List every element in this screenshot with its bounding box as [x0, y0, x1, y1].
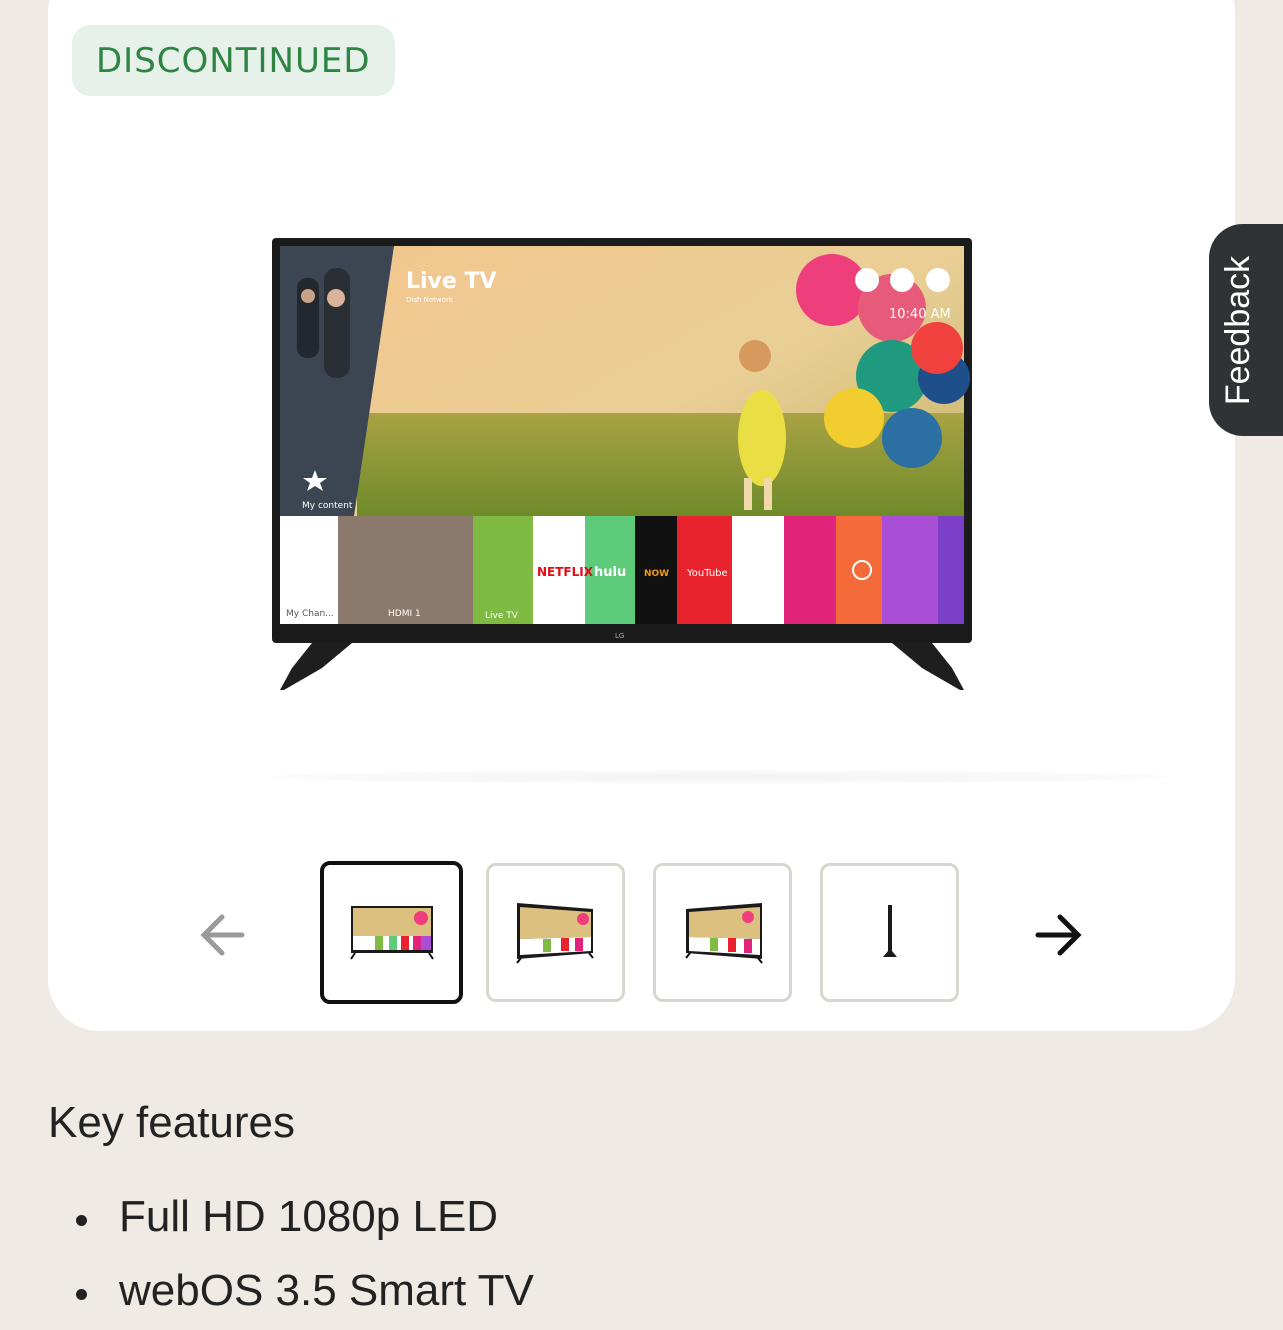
thumbnail-carousel [48, 861, 1235, 1007]
hero-shadow [268, 770, 1168, 784]
feedback-label: Feedback [1219, 255, 1258, 405]
key-features-list: Full HD 1080p LED webOS 3.5 Smart TV [48, 1182, 534, 1330]
arrow-right-icon [1035, 914, 1082, 956]
thumbnail-3[interactable] [653, 863, 792, 1002]
thumbnail-1[interactable] [320, 861, 463, 1004]
tv-thumbnail-image [684, 902, 763, 964]
svg-text:Live TV: Live TV [485, 611, 519, 621]
tv-thumbnail-image [349, 905, 434, 960]
thumbnail-2[interactable] [486, 863, 625, 1002]
product-hero-image[interactable]: My content 10:40 AM Live TV Dish Network [272, 238, 972, 698]
thumbnail-4[interactable] [820, 863, 959, 1002]
music-icon [855, 268, 879, 292]
arrow-left-icon [200, 914, 245, 956]
my-content-label: My content [302, 501, 353, 511]
svg-text:HDMI 1: HDMI 1 [388, 609, 421, 619]
svg-text:hulu: hulu [594, 565, 626, 580]
svg-text:My Chan...: My Chan... [286, 609, 334, 619]
status-badge: DISCONTINUED [72, 25, 395, 96]
svg-text:NETFLIX: NETFLIX [537, 565, 594, 579]
settings-icon [926, 268, 950, 292]
prev-image-button[interactable] [196, 907, 252, 963]
input-icon [890, 268, 914, 292]
tv-thumbnail-image [515, 902, 594, 964]
feedback-tab[interactable]: Feedback [1209, 224, 1283, 436]
tv-side-thumbnail-image [882, 904, 897, 957]
svg-text:YouTube: YouTube [686, 568, 728, 579]
live-tv-subtitle: Dish Network [406, 296, 454, 304]
brand-logo: LG [615, 632, 624, 640]
svg-text:NOW: NOW [644, 569, 669, 579]
key-features-heading: Key features [48, 1098, 296, 1147]
next-image-button[interactable] [1030, 907, 1086, 963]
product-gallery-card: DISCONTINUED My content 10:40 AM Live TV… [48, 0, 1235, 1031]
live-tv-title: Live TV [406, 269, 497, 294]
feature-item: Full HD 1080p LED [48, 1182, 534, 1256]
tv-clock: 10:40 AM [889, 307, 951, 322]
feature-item: webOS 3.5 Smart TV [48, 1256, 534, 1330]
